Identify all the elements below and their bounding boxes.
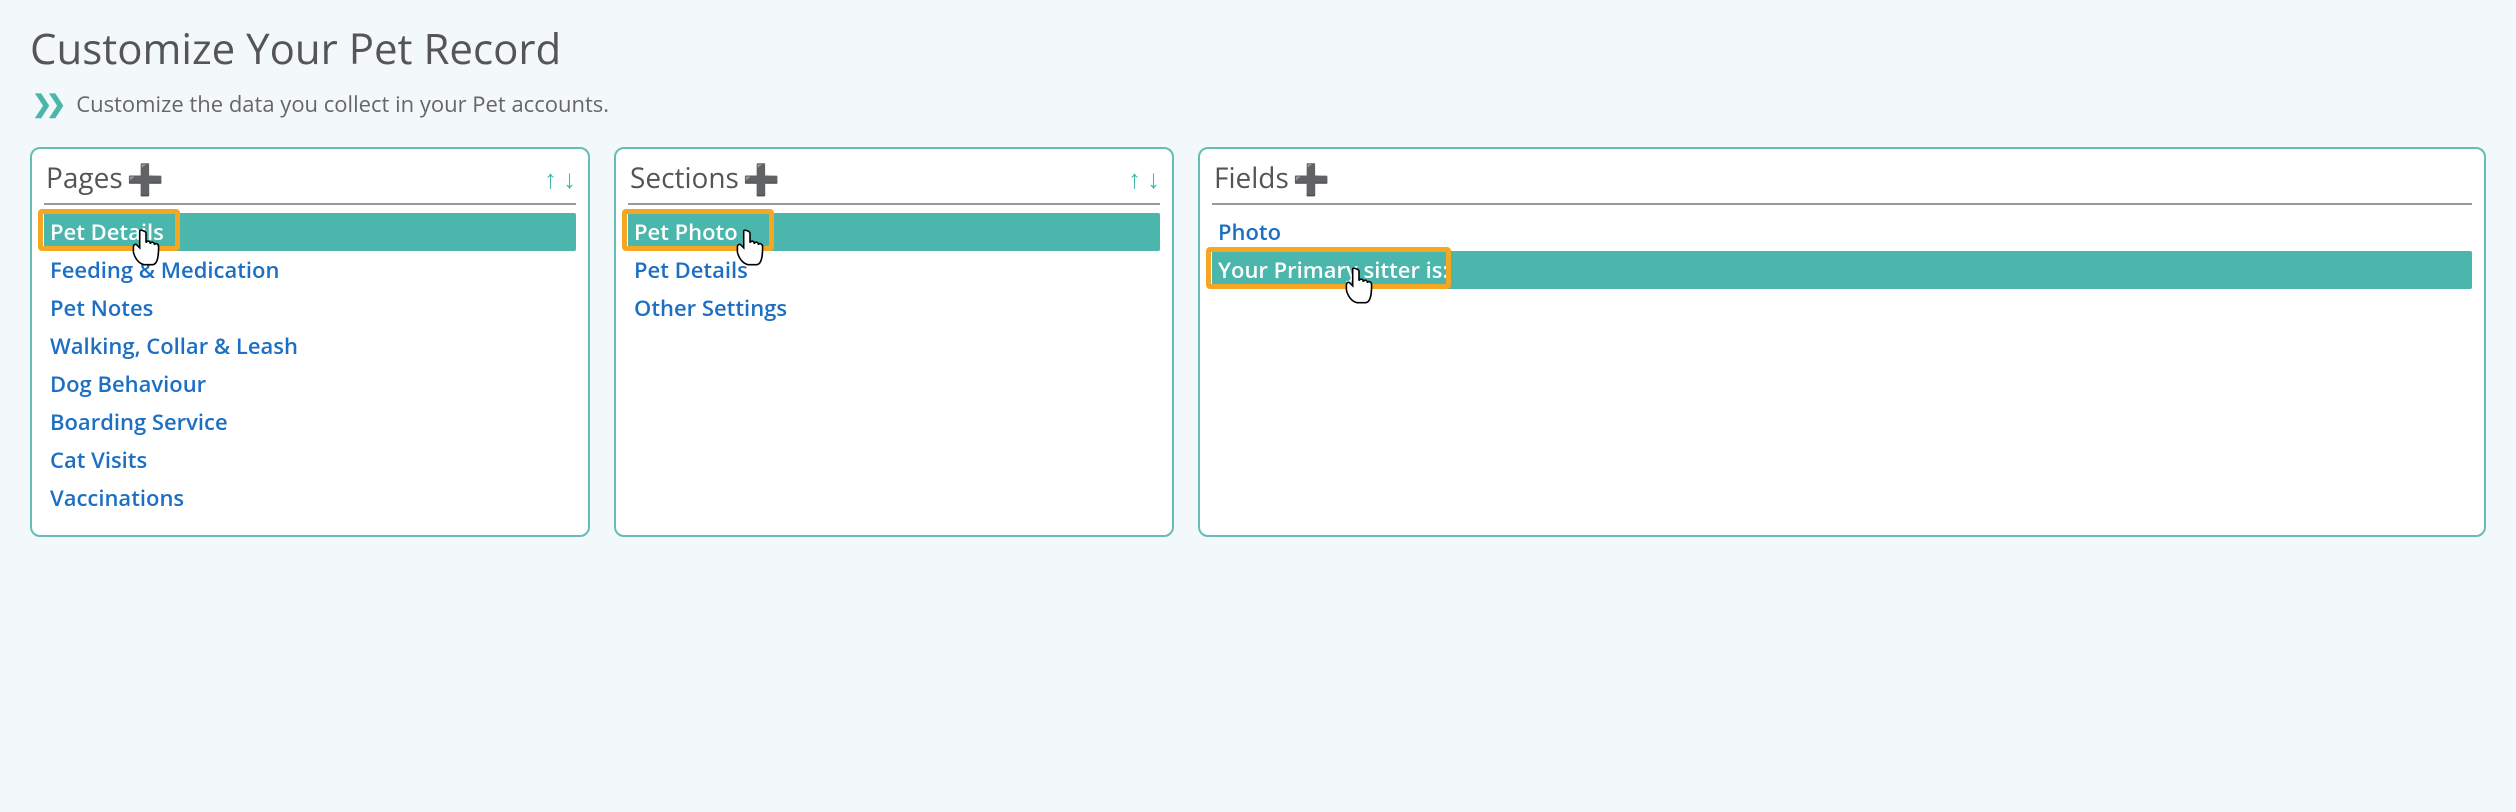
panel-pages-title: Pages: [46, 159, 123, 197]
page-subtitle: Customize the data you collect in your P…: [76, 89, 609, 119]
fields-list: Photo Your Primary sitter is:: [1212, 211, 2472, 289]
sections-list-item[interactable]: Other Settings: [628, 289, 1160, 327]
sections-list-item[interactable]: Pet Details: [628, 251, 1160, 289]
pages-list-item[interactable]: Pet Details: [44, 213, 576, 251]
panel-sections: Sections ➕ ↑ ↓ Pet Photo Pet Details Oth…: [614, 147, 1174, 537]
highlight-annotation: [622, 209, 774, 251]
panel-sections-header: Sections ➕ ↑ ↓: [628, 159, 1160, 205]
pages-list-item[interactable]: Cat Visits: [44, 441, 576, 479]
panel-fields: Fields ➕ Photo Your Primary sitter is:: [1198, 147, 2486, 537]
pages-list-item[interactable]: Pet Notes: [44, 289, 576, 327]
pages-list-item[interactable]: Feeding & Medication: [44, 251, 576, 289]
move-section-up-icon[interactable]: ↑: [1128, 160, 1141, 196]
pages-list-item[interactable]: Walking, Collar & Leash: [44, 327, 576, 365]
pages-list-item[interactable]: Vaccinations: [44, 479, 576, 517]
sections-list: Pet Photo Pet Details Other Settings: [628, 211, 1160, 327]
panels-row: Pages ➕ ↑ ↓ Pet Details Feeding & Medica…: [30, 147, 2486, 537]
add-section-icon[interactable]: ➕: [743, 164, 780, 194]
page-subtitle-row: ❯❯ Customize the data you collect in you…: [32, 89, 2486, 119]
fields-list-item[interactable]: Your Primary sitter is:: [1212, 251, 2472, 289]
panel-fields-header: Fields ➕: [1212, 159, 2472, 205]
pages-list: Pet Details Feeding & Medication Pet Not…: [44, 211, 576, 517]
move-page-up-icon[interactable]: ↑: [544, 160, 557, 196]
add-page-icon[interactable]: ➕: [127, 164, 164, 194]
sections-list-item[interactable]: Pet Photo: [628, 213, 1160, 251]
chevrons-right-icon: ❯❯: [32, 92, 60, 116]
pages-list-item[interactable]: Dog Behaviour: [44, 365, 576, 403]
panel-pages: Pages ➕ ↑ ↓ Pet Details Feeding & Medica…: [30, 147, 590, 537]
panel-pages-header: Pages ➕ ↑ ↓: [44, 159, 576, 205]
add-field-icon[interactable]: ➕: [1293, 164, 1330, 194]
fields-list-item[interactable]: Photo: [1212, 213, 2472, 251]
panel-fields-title: Fields: [1214, 159, 1289, 197]
move-section-down-icon[interactable]: ↓: [1147, 160, 1160, 196]
panel-sections-title: Sections: [630, 159, 739, 197]
page-title: Customize Your Pet Record: [30, 20, 2486, 77]
move-page-down-icon[interactable]: ↓: [563, 160, 576, 196]
highlight-annotation: [38, 209, 180, 251]
pages-list-item[interactable]: Boarding Service: [44, 403, 576, 441]
highlight-annotation: [1206, 247, 1451, 289]
